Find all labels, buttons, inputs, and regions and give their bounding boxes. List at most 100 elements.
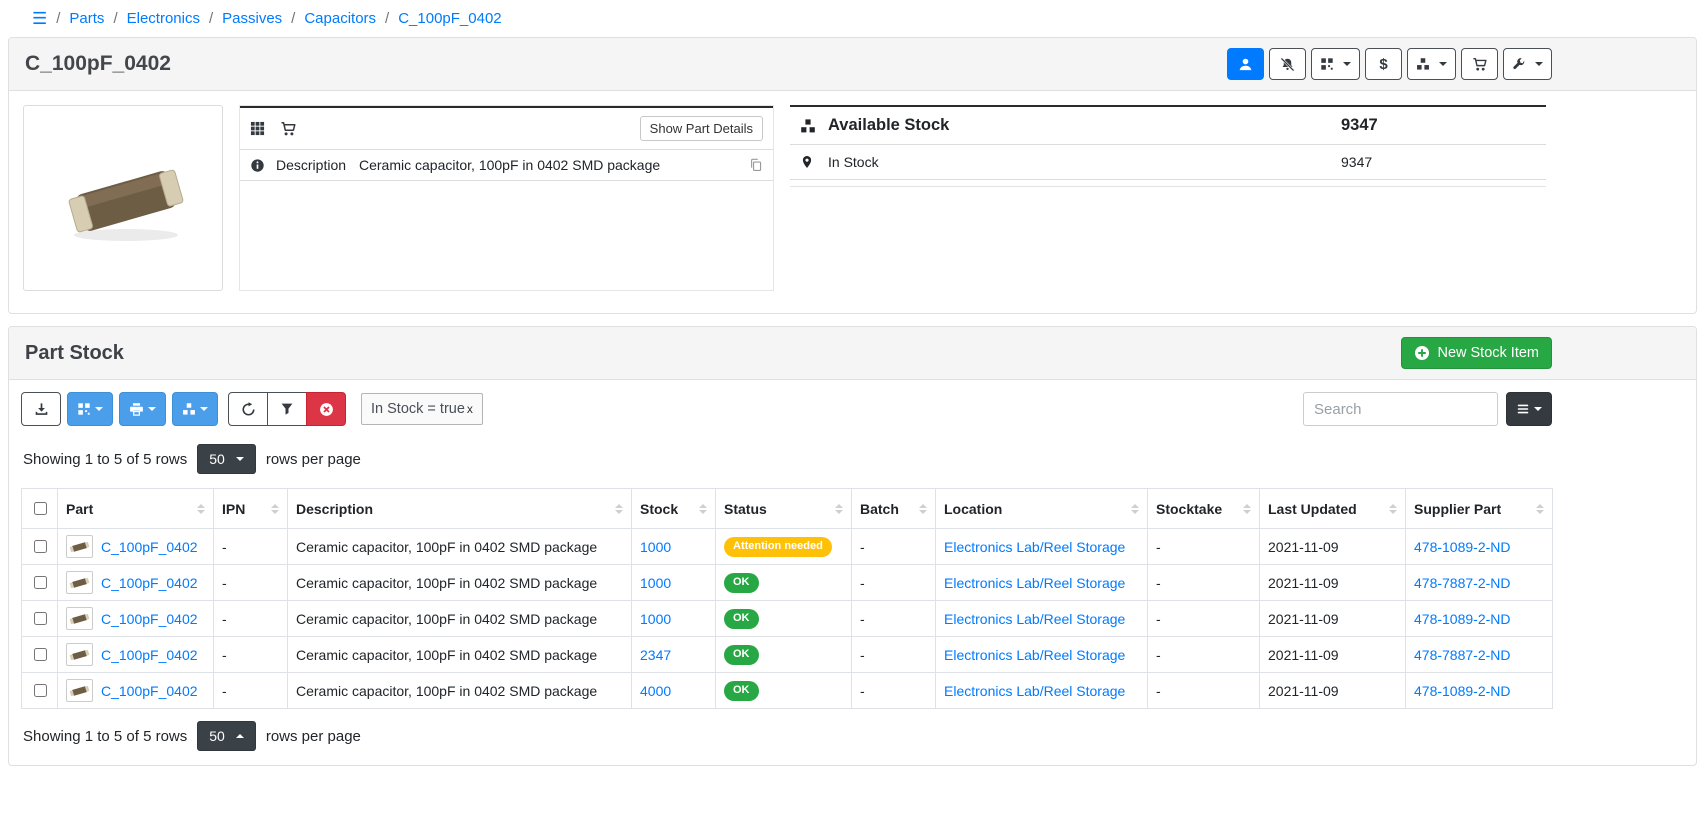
search-input[interactable] — [1303, 392, 1498, 426]
filter-button[interactable] — [267, 392, 307, 426]
capacitor-image — [38, 123, 208, 273]
location-pin-icon — [800, 155, 828, 169]
stock-link[interactable]: 1000 — [640, 611, 671, 627]
location-link[interactable]: Electronics Lab/Reel Storage — [944, 539, 1125, 555]
location-link[interactable]: Electronics Lab/Reel Storage — [944, 611, 1125, 627]
barcode-actions-dropdown[interactable] — [67, 392, 113, 426]
table-row: C_100pF_0402 - Ceramic capacitor, 100pF … — [22, 601, 1553, 637]
sort-icon — [1389, 504, 1397, 514]
new-stock-item-button[interactable]: New Stock Item — [1401, 337, 1552, 369]
part-link[interactable]: C_100pF_0402 — [101, 611, 198, 627]
remove-filter-button[interactable]: x — [467, 402, 473, 416]
show-part-details-button[interactable]: Show Part Details — [640, 116, 763, 141]
row-select-cell — [22, 565, 58, 601]
breadcrumb-link-part[interactable]: C_100pF_0402 — [398, 10, 501, 27]
part-link[interactable]: C_100pF_0402 — [101, 539, 198, 555]
in-stock-value: 9347 — [1341, 154, 1536, 170]
sort-icon — [615, 504, 623, 514]
refresh-button[interactable] — [228, 392, 268, 426]
part-link[interactable]: C_100pF_0402 — [101, 683, 198, 699]
subscribe-button[interactable] — [1227, 48, 1264, 80]
stock-link[interactable]: 1000 — [640, 575, 671, 591]
stock-link[interactable]: 1000 — [640, 539, 671, 555]
row-checkbox[interactable] — [34, 612, 47, 625]
row-checkbox[interactable] — [34, 684, 47, 697]
page-size-dropdown[interactable]: 50 — [197, 721, 256, 751]
table-layout-dropdown[interactable] — [1506, 392, 1552, 426]
pricing-button[interactable]: $ — [1365, 48, 1402, 80]
status-badge: OK — [724, 681, 759, 701]
column-header-ipn[interactable]: IPN — [214, 489, 288, 529]
status-badge: OK — [724, 609, 759, 629]
breadcrumb-link-parts[interactable]: Parts — [69, 10, 104, 27]
breadcrumb-link-capacitors[interactable]: Capacitors — [304, 10, 376, 27]
row-select-cell — [22, 529, 58, 565]
breadcrumb-link-electronics[interactable]: Electronics — [127, 10, 200, 27]
supplier-part-link[interactable]: 478-7887-2-ND — [1414, 575, 1511, 591]
unsubscribe-button[interactable] — [1269, 48, 1306, 80]
chevron-down-icon — [148, 407, 156, 411]
export-button[interactable] — [21, 392, 61, 426]
pagination-summary: Showing 1 to 5 of 5 rows — [23, 451, 187, 468]
part-link[interactable]: C_100pF_0402 — [101, 647, 198, 663]
supplier-part-link[interactable]: 478-1089-2-ND — [1414, 539, 1511, 555]
column-header-stocktake[interactable]: Stocktake — [1148, 489, 1260, 529]
select-all-checkbox[interactable] — [34, 502, 47, 515]
column-label: Part — [66, 501, 93, 517]
chevron-down-icon — [1343, 62, 1351, 66]
supplier-part-link[interactable]: 478-1089-2-ND — [1414, 611, 1511, 627]
batch-cell: - — [852, 673, 936, 709]
row-checkbox[interactable] — [34, 648, 47, 661]
part-image[interactable] — [23, 105, 223, 291]
stock-link[interactable]: 4000 — [640, 683, 671, 699]
breadcrumb-separator: / — [113, 10, 117, 27]
column-header-status[interactable]: Status — [716, 489, 852, 529]
table-row: C_100pF_0402 - Ceramic capacitor, 100pF … — [22, 637, 1553, 673]
status-badge: OK — [724, 573, 759, 593]
column-header-supplier-part[interactable]: Supplier Part — [1406, 489, 1553, 529]
order-part-button[interactable] — [1461, 48, 1498, 80]
stock-actions-dropdown[interactable] — [1407, 48, 1456, 80]
stock-link[interactable]: 2347 — [640, 647, 671, 663]
sort-icon — [197, 504, 205, 514]
part-actions-dropdown[interactable] — [1503, 48, 1552, 80]
in-stock-label: In Stock — [828, 154, 1341, 170]
location-link[interactable]: Electronics Lab/Reel Storage — [944, 647, 1125, 663]
last-updated-cell: 2021-11-09 — [1260, 673, 1406, 709]
location-cell: Electronics Lab/Reel Storage — [936, 529, 1148, 565]
column-header-description[interactable]: Description — [288, 489, 632, 529]
supplier-part-cell: 478-7887-2-ND — [1406, 637, 1553, 673]
column-label: Description — [296, 501, 373, 517]
table-header-row: Part IPN Description Stock Status Batch … — [22, 489, 1553, 529]
column-header-stock[interactable]: Stock — [632, 489, 716, 529]
column-header-batch[interactable]: Batch — [852, 489, 936, 529]
chevron-down-icon — [1534, 407, 1542, 411]
circle-x-icon — [319, 402, 334, 417]
breadcrumb-link-passives[interactable]: Passives — [222, 10, 282, 27]
location-link[interactable]: Electronics Lab/Reel Storage — [944, 575, 1125, 591]
supplier-part-link[interactable]: 478-7887-2-ND — [1414, 647, 1511, 663]
breadcrumb-separator: / — [385, 10, 389, 27]
column-header-last-updated[interactable]: Last Updated — [1260, 489, 1406, 529]
supplier-part-link[interactable]: 478-1089-2-ND — [1414, 683, 1511, 699]
location-link[interactable]: Electronics Lab/Reel Storage — [944, 683, 1125, 699]
part-cell: C_100pF_0402 — [58, 673, 214, 709]
copy-icon[interactable] — [749, 158, 763, 172]
part-link[interactable]: C_100pF_0402 — [101, 575, 198, 591]
barcode-actions-dropdown[interactable] — [1311, 48, 1360, 80]
info-icon — [250, 158, 276, 173]
print-actions-dropdown[interactable] — [119, 392, 166, 426]
column-header-location[interactable]: Location — [936, 489, 1148, 529]
stock-boxes-icon — [182, 402, 196, 416]
stock-cell: 1000 — [632, 601, 716, 637]
menu-icon[interactable]: ☰ — [32, 10, 47, 27]
row-checkbox[interactable] — [34, 576, 47, 589]
sort-icon — [835, 504, 843, 514]
stock-actions-dropdown[interactable] — [172, 392, 218, 426]
column-header-part[interactable]: Part — [58, 489, 214, 529]
location-cell: Electronics Lab/Reel Storage — [936, 601, 1148, 637]
clear-filters-button[interactable] — [306, 392, 346, 426]
row-checkbox[interactable] — [34, 540, 47, 553]
page-size-dropdown[interactable]: 50 — [197, 444, 256, 474]
description-row: Description Ceramic capacitor, 100pF in … — [240, 150, 773, 181]
